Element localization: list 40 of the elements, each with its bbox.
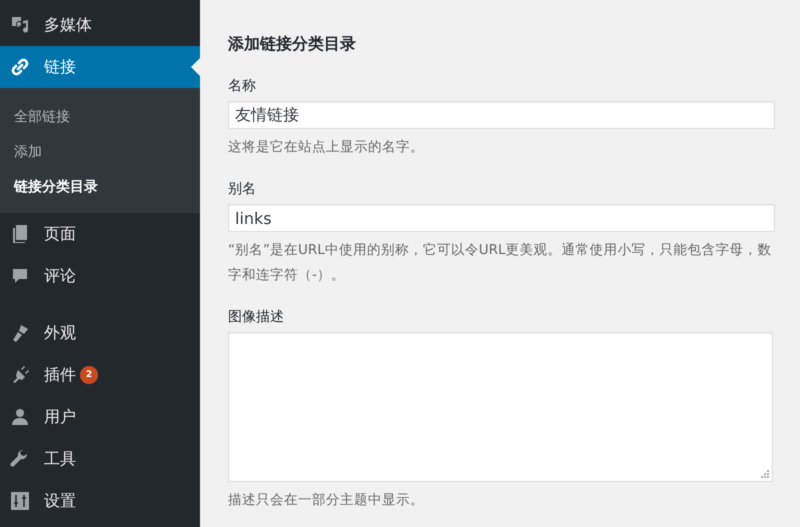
menu-label: 链接: [44, 56, 76, 78]
pages-icon: [10, 224, 30, 244]
field-label: 名称: [228, 77, 257, 95]
menu-item[interactable]: 插件 2: [0, 354, 200, 396]
submenu-item[interactable]: 添加: [0, 137, 200, 172]
menu-item[interactable]: 用户: [0, 396, 200, 438]
field-label: 别名: [228, 180, 257, 198]
text-field[interactable]: 友情链接: [228, 101, 775, 129]
form-title: 添加链接分类目录: [228, 34, 357, 55]
field-hint: 这将是它在站点上显示的名字。: [228, 138, 425, 157]
menu-item[interactable]: 评论: [0, 255, 200, 297]
menu-label: 评论: [44, 266, 76, 286]
menu-item[interactable]: 页面: [0, 213, 200, 255]
menu-label: 工具: [44, 448, 76, 470]
field-hint: “别名”是在URL中使用的别称，它可以令URL更美观。通常使用小写，只能包含字母，数字和连字符（-）。: [228, 241, 773, 285]
wrench-icon: [10, 449, 30, 469]
menu-label: 页面: [44, 224, 76, 244]
field-hint: 描述只会在一部分主题中显示。: [228, 491, 425, 510]
menu-label: 用户: [44, 406, 76, 428]
field-label: 图像描述: [228, 308, 285, 326]
menu-item[interactable]: 工具: [0, 438, 200, 480]
menu-item[interactable]: 多媒体: [0, 4, 200, 46]
resize-grip-icon[interactable]: [760, 469, 769, 478]
paintbrush-icon: [10, 323, 30, 343]
submenu-item[interactable]: 链接分类目录: [0, 172, 200, 207]
menu-label: 多媒体: [44, 14, 92, 36]
menu-label: 外观: [44, 322, 76, 344]
submenu-item[interactable]: 全部链接: [0, 102, 200, 137]
link-icon: [10, 57, 30, 77]
user-icon: [10, 407, 30, 427]
menu-label: 设置: [44, 490, 76, 512]
menu-item[interactable]: 外观: [0, 312, 200, 354]
menu-label: 插件: [44, 364, 76, 386]
media-icon: [10, 15, 30, 35]
menu-item[interactable]: 链接: [0, 46, 200, 88]
update-count-badge: 2: [80, 366, 98, 384]
comment-icon: [10, 266, 30, 286]
text-field[interactable]: links: [228, 204, 775, 232]
menu-item[interactable]: 设置: [0, 480, 200, 522]
sliders-icon: [10, 491, 30, 511]
